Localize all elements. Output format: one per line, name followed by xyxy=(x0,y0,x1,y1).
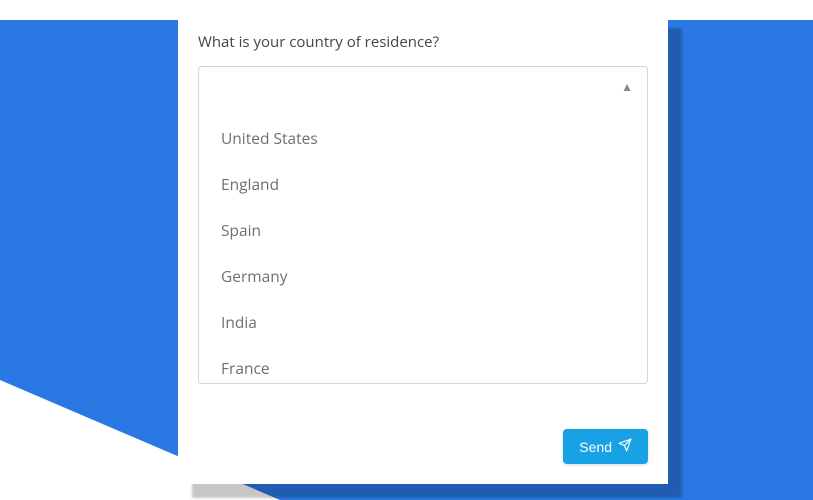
country-option[interactable]: India xyxy=(207,299,639,345)
send-button-label: Send xyxy=(579,439,612,455)
form-actions: Send xyxy=(563,429,648,464)
country-option[interactable]: France xyxy=(207,345,639,377)
paper-plane-icon xyxy=(618,438,632,455)
country-option[interactable]: United States xyxy=(207,115,639,161)
country-options-list[interactable]: United States England Spain Germany Indi… xyxy=(207,115,639,377)
question-label: What is your country of residence? xyxy=(198,32,648,52)
country-select-head[interactable]: ▲ xyxy=(199,67,647,109)
country-option[interactable]: England xyxy=(207,161,639,207)
chevron-up-icon: ▲ xyxy=(621,81,633,93)
country-option[interactable]: Spain xyxy=(207,207,639,253)
send-button[interactable]: Send xyxy=(563,429,648,464)
country-select[interactable]: ▲ United States England Spain Germany In… xyxy=(198,66,648,384)
form-card: What is your country of residence? ▲ Uni… xyxy=(178,14,668,484)
country-option[interactable]: Germany xyxy=(207,253,639,299)
